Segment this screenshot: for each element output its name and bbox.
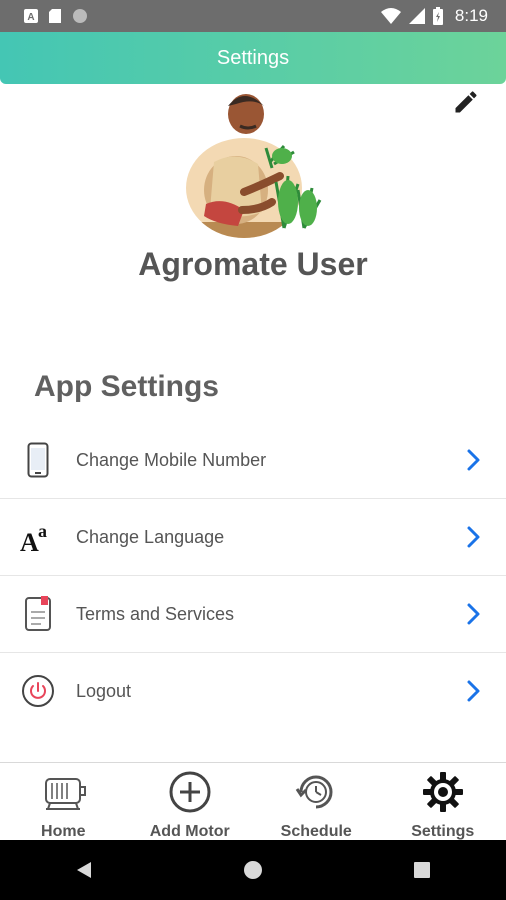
status-bar: A 8:19 xyxy=(0,0,506,32)
back-button[interactable] xyxy=(64,850,104,890)
user-name: Agromate User xyxy=(138,246,368,282)
nav-schedule-label: Schedule xyxy=(280,823,352,840)
chevron-right-icon xyxy=(467,603,480,625)
chevron-right-icon xyxy=(467,526,480,548)
recents-button[interactable] xyxy=(402,850,442,890)
edit-profile-button[interactable] xyxy=(452,88,480,116)
home-button[interactable] xyxy=(233,850,273,890)
a-notification-icon: A xyxy=(24,9,38,23)
recents-square-icon xyxy=(413,862,430,878)
terms-and-services-label: Terms and Services xyxy=(76,603,235,624)
svg-text:A: A xyxy=(20,528,39,555)
home-circle-icon xyxy=(243,861,262,879)
battery-icon xyxy=(432,7,443,25)
document-icon xyxy=(20,596,56,632)
change-mobile-number-label: Change Mobile Number xyxy=(76,449,267,470)
language-icon: A a xyxy=(20,519,56,555)
nav-settings-label: Settings xyxy=(411,823,475,840)
status-right: 8:19 xyxy=(380,6,506,26)
logout-item[interactable]: Logout xyxy=(0,653,506,729)
wifi-icon xyxy=(380,8,401,24)
status-left: A xyxy=(0,8,88,24)
nav-home[interactable]: Home xyxy=(0,763,127,841)
add-circle-icon xyxy=(169,771,211,813)
status-time: 8:19 xyxy=(454,6,488,25)
change-language-label: Change Language xyxy=(76,526,225,547)
mobile-phone-icon xyxy=(20,442,56,478)
schedule-clock-icon xyxy=(296,775,333,809)
signal-icon xyxy=(408,8,425,24)
pencil-icon xyxy=(455,91,477,113)
power-icon xyxy=(20,673,56,709)
chevron-right-icon xyxy=(467,449,480,471)
settings-list: Change Mobile Number A a Change Language xyxy=(0,422,506,729)
system-nav-bar xyxy=(0,840,506,900)
nav-add-motor-label: Add Motor xyxy=(149,823,230,840)
gear-icon xyxy=(422,772,463,812)
svg-text:a: a xyxy=(38,521,47,541)
change-language-item[interactable]: A a Change Language xyxy=(0,499,506,576)
app-settings-title: App Settings xyxy=(34,370,219,403)
logout-label: Logout xyxy=(76,680,132,701)
change-mobile-number-item[interactable]: Change Mobile Number xyxy=(0,422,506,499)
nav-settings[interactable]: Settings xyxy=(380,763,506,841)
avatar xyxy=(186,94,322,238)
motor-icon xyxy=(45,778,87,810)
bottom-nav: Home Add Motor Schedule Settings xyxy=(0,762,506,841)
nav-add-motor[interactable]: Add Motor xyxy=(127,763,254,841)
app-header: Settings xyxy=(0,32,506,84)
page-title: Settings xyxy=(216,46,290,69)
chevron-right-icon xyxy=(467,680,480,702)
svg-text:A: A xyxy=(27,12,34,23)
back-icon xyxy=(77,862,92,878)
terms-and-services-item[interactable]: Terms and Services xyxy=(0,576,506,653)
circle-notification-icon xyxy=(73,9,87,23)
sd-card-icon xyxy=(49,9,61,23)
nav-schedule[interactable]: Schedule xyxy=(253,763,380,841)
nav-home-label: Home xyxy=(41,823,86,840)
